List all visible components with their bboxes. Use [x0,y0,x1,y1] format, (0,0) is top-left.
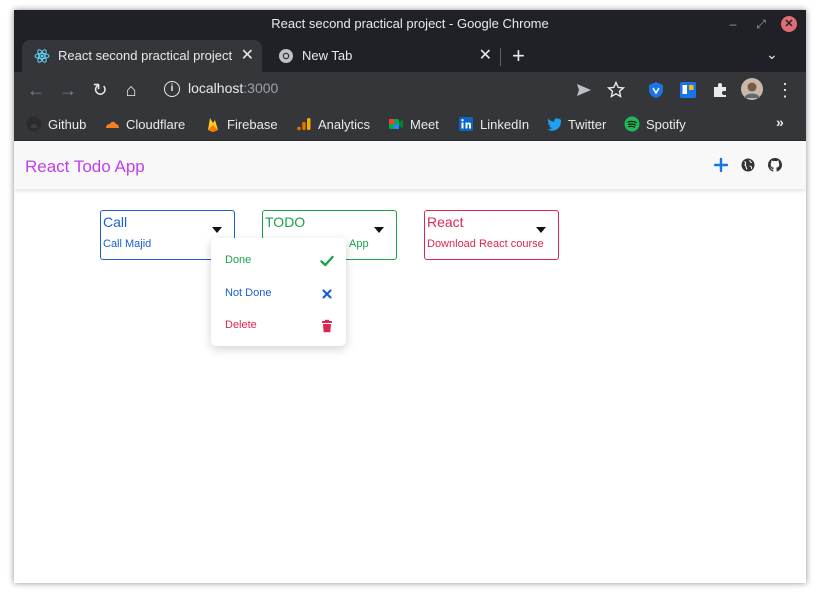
github-icon [26,116,42,132]
menu-item-delete[interactable]: Delete [211,310,346,340]
tab-search-button[interactable]: ⌄ [766,46,778,63]
title-bar: React second practical project - Google … [14,10,806,72]
menu-item-label: Delete [225,319,257,331]
bookmarks-overflow-button[interactable]: » [776,114,784,130]
url-port: :3000 [243,80,279,96]
card-title: Call [103,214,128,230]
add-icon[interactable] [713,157,729,173]
chrome-icon [279,49,293,63]
bookmark-label: Meet [410,117,439,132]
tab-close-icon[interactable]: ✕ [241,45,254,65]
send-icon[interactable] [574,80,594,100]
tab-label: New Tab [302,48,353,63]
forward-button[interactable]: → [57,79,79,101]
bookmark-linkedin[interactable]: LinkedIn [458,116,529,132]
browser-window: React second practical project - Google … [14,10,806,583]
bookmark-label: Spotify [646,117,686,132]
restore-button[interactable]: ⤢ [753,16,769,32]
firebase-icon [208,118,218,132]
star-icon[interactable] [606,80,626,100]
bookmark-label: Firebase [227,117,278,132]
card-action-menu: Done Not Done Delete [211,238,346,346]
github-icon[interactable] [767,157,783,173]
bookmark-label: Twitter [568,117,607,132]
analytics-icon [297,118,311,131]
bookmark-firebase[interactable]: Firebase [205,116,278,132]
meet-icon [389,119,403,129]
spotify-icon [624,116,640,132]
caret-down-icon[interactable] [536,227,546,233]
shield-extension-icon[interactable] [646,80,666,100]
bookmarks-bar: Github Cloudflare Firebase Analytics Mee… [14,108,806,141]
react-icon [34,49,50,63]
bookmark-cloudflare[interactable]: Cloudflare [104,116,185,132]
tab-close-icon[interactable]: ✕ [479,45,492,65]
tab-separator [500,48,501,66]
caret-down-icon[interactable] [212,227,222,233]
reload-button[interactable]: ↻ [89,79,111,101]
back-button[interactable]: ← [25,79,47,101]
tab-new-tab[interactable]: New Tab ✕ [266,40,500,72]
card-body: Download React course [427,238,544,250]
card-title: React [427,214,464,230]
tab-react-project[interactable]: React second practical project ✕ [22,40,262,72]
card-title: TODO [265,214,306,230]
trash-icon [322,319,332,333]
bookmark-meet[interactable]: Meet [388,116,439,132]
caret-down-icon[interactable] [374,227,384,233]
board-extension-icon[interactable] [678,80,698,100]
window-title: React second practical project - Google … [271,16,549,31]
bookmark-spotify[interactable]: Spotify [624,116,686,132]
puzzle-icon[interactable] [710,80,730,100]
app-title: React Todo App [25,157,145,176]
bookmark-label: Cloudflare [126,117,186,132]
bookmark-label: Analytics [318,117,371,132]
browser-menu-icon[interactable]: ⋮ [774,79,796,101]
bookmark-github[interactable]: Github [26,116,86,132]
check-icon [320,255,334,267]
bookmark-twitter[interactable]: Twitter [546,116,606,132]
avatar[interactable] [741,78,763,100]
close-window-button[interactable]: ✕ [781,16,797,32]
tab-label: React second practical project [58,48,233,63]
app-bar: React Todo App [14,141,806,189]
linkedin-icon [459,117,473,131]
bookmark-label: LinkedIn [480,117,530,132]
bookmark-analytics[interactable]: Analytics [296,116,370,132]
address-bar[interactable]: localhost:3000 [188,80,278,96]
menu-item-label: Not Done [225,287,272,299]
card-body: Call Majid [103,238,152,250]
site-info-icon[interactable]: i [164,81,180,97]
card-body: App [349,238,369,250]
globe-icon[interactable] [740,157,756,173]
menu-item-done[interactable]: Done [211,245,346,275]
twitter-icon [547,118,562,131]
home-button[interactable]: ⌂ [120,79,142,101]
close-icon [322,289,332,299]
url-host: localhost [188,80,244,96]
page-content: React Todo App Call Call Majid TODO App … [14,141,806,583]
todo-card-react[interactable]: React Download React course [424,210,559,260]
menu-item-not-done[interactable]: Not Done [211,278,346,308]
browser-toolbar: ← → ↻ ⌂ i localhost:3000 ⋮ [14,72,806,108]
menu-item-label: Done [225,254,252,266]
cloudflare-icon [106,121,119,128]
new-tab-button[interactable]: + [512,43,525,69]
minimize-button[interactable]: – [725,16,741,32]
bookmark-label: Github [48,117,87,132]
